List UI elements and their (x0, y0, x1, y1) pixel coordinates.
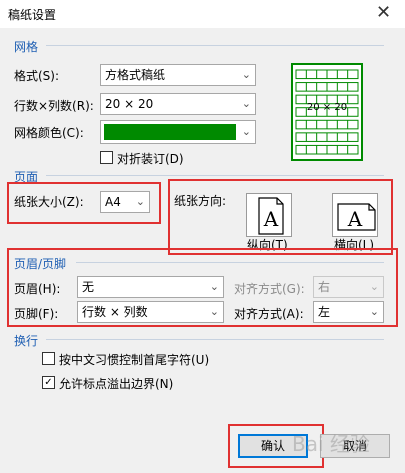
footer-align-select[interactable]: 左 ⌄ (313, 301, 384, 323)
portrait-button[interactable]: A (246, 193, 292, 237)
format-select[interactable]: 方格式稿纸 ⌄ (100, 64, 256, 86)
divider (46, 339, 384, 340)
close-icon[interactable]: ✕ (376, 2, 391, 23)
svg-text:A: A (263, 207, 279, 231)
paper-size-value: A4 (105, 195, 121, 209)
chevron-down-icon: ⌄ (369, 280, 379, 293)
opt2-label: 允许标点溢出边界(N) (59, 377, 174, 391)
chevron-down-icon: ⌄ (241, 97, 251, 110)
header-align-label: 对齐方式(G): (234, 282, 305, 296)
chevron-down-icon: ⌄ (241, 125, 251, 138)
grid-preview-label: 20 × 20 (307, 102, 347, 113)
section-title-header-footer: 页眉/页脚 (14, 257, 67, 271)
orientation-label: 纸张方向: (174, 194, 227, 208)
format-label: 格式(S): (14, 69, 60, 83)
paper-size-select[interactable]: A4 ⌄ (100, 191, 150, 213)
footer-align-value: 左 (318, 305, 331, 319)
divider (46, 45, 384, 46)
grid-color-select[interactable]: ⌄ (100, 120, 256, 144)
header-select[interactable]: 无 ⌄ (77, 276, 224, 298)
grid-color-label: 网格颜色(C): (14, 126, 84, 140)
window-title: 稿纸设置 (8, 8, 57, 22)
check-icon: ✓ (44, 377, 53, 388)
opt2-checkbox[interactable]: ✓ (42, 376, 55, 389)
section-title-grid: 网格 (14, 40, 39, 54)
divider (46, 175, 384, 176)
divider (76, 262, 384, 263)
chevron-down-icon: ⌄ (369, 305, 379, 318)
fold-label: 对折装订(D) (117, 152, 184, 166)
header-label: 页眉(H): (14, 282, 61, 296)
portrait-page-icon: A (258, 197, 284, 235)
rows-cols-value: 20 × 20 (105, 97, 154, 111)
rows-cols-select[interactable]: 20 × 20 ⌄ (100, 93, 256, 115)
format-value: 方格式稿纸 (105, 68, 166, 82)
fold-checkbox[interactable] (100, 151, 113, 164)
landscape-button[interactable]: A (332, 193, 378, 237)
rows-cols-label: 行数×列数(R): (14, 99, 94, 113)
landscape-page-icon: A (337, 203, 376, 231)
paper-size-label: 纸张大小(Z): (14, 195, 84, 209)
footer-label: 页脚(F): (14, 307, 59, 321)
footer-value: 行数 × 列数 (82, 305, 148, 319)
header-value: 无 (82, 280, 95, 294)
watermark: Bai 经验 (292, 432, 370, 456)
footer-align-label: 对齐方式(A): (234, 307, 304, 321)
svg-text:A: A (347, 207, 363, 231)
header-align-select[interactable]: 右 ⌄ (313, 276, 384, 298)
title-bar: 稿纸设置 ✕ (0, 0, 405, 28)
section-title-wrap: 换行 (14, 334, 39, 348)
grid-preview: 20 × 20 (291, 63, 363, 161)
header-align-value: 右 (318, 280, 331, 294)
opt1-label: 按中文习惯控制首尾字符(U) (59, 353, 210, 367)
chevron-down-icon: ⌄ (135, 195, 145, 208)
footer-select[interactable]: 行数 × 列数 ⌄ (77, 301, 224, 323)
chevron-down-icon: ⌄ (209, 305, 219, 318)
chevron-down-icon: ⌄ (209, 280, 219, 293)
color-swatch (104, 124, 236, 140)
chevron-down-icon: ⌄ (241, 68, 251, 81)
opt1-checkbox[interactable] (42, 352, 55, 365)
